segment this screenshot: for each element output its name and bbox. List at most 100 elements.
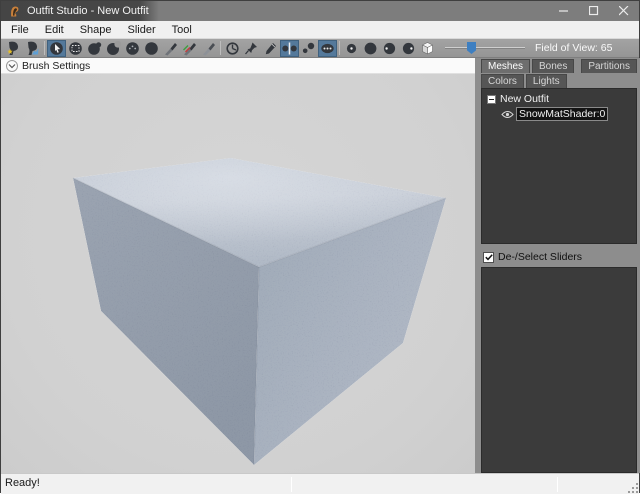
tab-bones[interactable]: Bones [532, 59, 574, 73]
toolbar-separator [339, 41, 340, 55]
select-tool-button[interactable] [47, 40, 66, 57]
fov-slider[interactable] [445, 41, 525, 55]
transform-tool-button[interactable] [223, 40, 242, 57]
smooth-brush-icon [143, 41, 160, 56]
connected-only-icon [300, 41, 317, 56]
load-project-icon [24, 41, 41, 56]
fov-label: Field of View: 65 [535, 42, 612, 54]
deselect-sliders-label: De-/Select Sliders [498, 251, 582, 263]
tab-colors[interactable]: Colors [481, 74, 524, 88]
fov-slider-track [445, 47, 525, 49]
resize-grip[interactable] [626, 481, 638, 493]
transform-tool-icon [224, 41, 241, 56]
menu-file[interactable]: File [3, 21, 37, 39]
collapse-chevron-button[interactable] [6, 60, 18, 72]
slider-toggle-bar: De-/Select Sliders [481, 250, 637, 264]
select-tool-icon [48, 41, 65, 56]
global-brush-icon [319, 41, 336, 56]
window-title: Outfit Studio - New Outfit [27, 5, 149, 17]
perspective-cube-icon [419, 41, 436, 56]
new-project-button[interactable] [4, 40, 23, 57]
brush-settings-label: Brush Settings [22, 60, 90, 72]
menu-tool[interactable]: Tool [164, 21, 200, 39]
mask-brush-icon [67, 41, 84, 56]
fov-control: Field of View: 65 [445, 41, 612, 55]
status-separator [291, 477, 292, 492]
pin-tool-button[interactable] [242, 40, 261, 57]
back-view-button[interactable] [361, 40, 380, 57]
tab-row-1: Meshes Bones Partitions [479, 58, 640, 73]
3d-cube-mesh[interactable] [1, 74, 475, 473]
connected-only-button[interactable] [299, 40, 318, 57]
inflate-brush-button[interactable] [85, 40, 104, 57]
right-view-icon [400, 41, 417, 56]
move-brush-icon [124, 41, 141, 56]
color-brush-icon [181, 41, 198, 56]
new-project-icon [5, 41, 22, 56]
perspective-toggle-button[interactable] [418, 40, 437, 57]
status-text: Ready! [5, 477, 40, 489]
chevron-down-icon [8, 63, 16, 69]
tab-lights[interactable]: Lights [526, 74, 567, 88]
tree-item-label[interactable]: SnowMatShader:0 [516, 107, 608, 121]
left-view-button[interactable] [380, 40, 399, 57]
toolbar-separator [220, 41, 221, 55]
sliders-panel[interactable] [481, 267, 637, 473]
front-view-icon [343, 41, 360, 56]
move-brush-button[interactable] [123, 40, 142, 57]
right-view-button[interactable] [399, 40, 418, 57]
menu-edit[interactable]: Edit [37, 21, 72, 39]
back-view-icon [362, 41, 379, 56]
pin-tool-icon [243, 41, 260, 56]
mesh-tree[interactable]: New Outfit SnowMatShader:0 [481, 88, 637, 244]
deselect-sliders-checkbox[interactable] [483, 252, 494, 263]
weight-brush-button[interactable] [161, 40, 180, 57]
alpha-brush-icon [200, 41, 217, 56]
main-area: Brush Settings [1, 58, 639, 473]
menu-slider[interactable]: Slider [120, 21, 164, 39]
menu-bar: File Edit Shape Slider Tool [1, 21, 639, 39]
maximize-button[interactable] [579, 1, 609, 21]
tab-meshes[interactable]: Meshes [481, 59, 530, 73]
global-brush-button[interactable] [318, 40, 337, 57]
status-separator [557, 477, 558, 492]
checkmark-icon [485, 254, 493, 261]
minimize-button[interactable] [549, 1, 579, 21]
maximize-icon [589, 6, 599, 16]
mask-brush-button[interactable] [66, 40, 85, 57]
x-mirror-button[interactable] [280, 40, 299, 57]
toolbar: Field of View: 65 [1, 39, 639, 58]
x-mirror-icon [281, 41, 298, 56]
window-controls [549, 1, 639, 21]
inflate-brush-icon [86, 41, 103, 56]
viewport-pane: Brush Settings [1, 58, 475, 473]
title-bar: Outfit Studio - New Outfit [1, 1, 639, 21]
tree-root-label: New Outfit [500, 93, 549, 105]
tab-row-2: Colors Lights [479, 73, 640, 88]
3d-viewport[interactable] [1, 74, 475, 473]
tree-root-row[interactable]: New Outfit [485, 92, 636, 106]
tree-item-row[interactable]: SnowMatShader:0 [501, 107, 636, 121]
close-icon [619, 6, 629, 16]
fov-slider-thumb[interactable] [467, 42, 476, 54]
front-view-button[interactable] [342, 40, 361, 57]
vertex-pencil-button[interactable] [261, 40, 280, 57]
load-project-button[interactable] [23, 40, 42, 57]
tab-partitions[interactable]: Partitions [581, 59, 637, 73]
left-view-icon [381, 41, 398, 56]
visibility-eye-icon[interactable] [501, 110, 514, 119]
deflate-brush-button[interactable] [104, 40, 123, 57]
toolbar-separator [44, 41, 45, 55]
collapse-box-icon[interactable] [487, 95, 496, 104]
brush-settings-header[interactable]: Brush Settings [1, 58, 475, 74]
app-logo-icon [8, 5, 21, 18]
alpha-brush-button[interactable] [199, 40, 218, 57]
color-brush-button[interactable] [180, 40, 199, 57]
menu-shape[interactable]: Shape [72, 21, 120, 39]
vertex-pencil-icon [262, 41, 279, 56]
close-button[interactable] [609, 1, 639, 21]
smooth-brush-button[interactable] [142, 40, 161, 57]
app-window: Outfit Studio - New Outfit File Edit Sha… [0, 0, 640, 493]
weight-brush-icon [162, 41, 179, 56]
status-bar: Ready! [1, 473, 639, 494]
